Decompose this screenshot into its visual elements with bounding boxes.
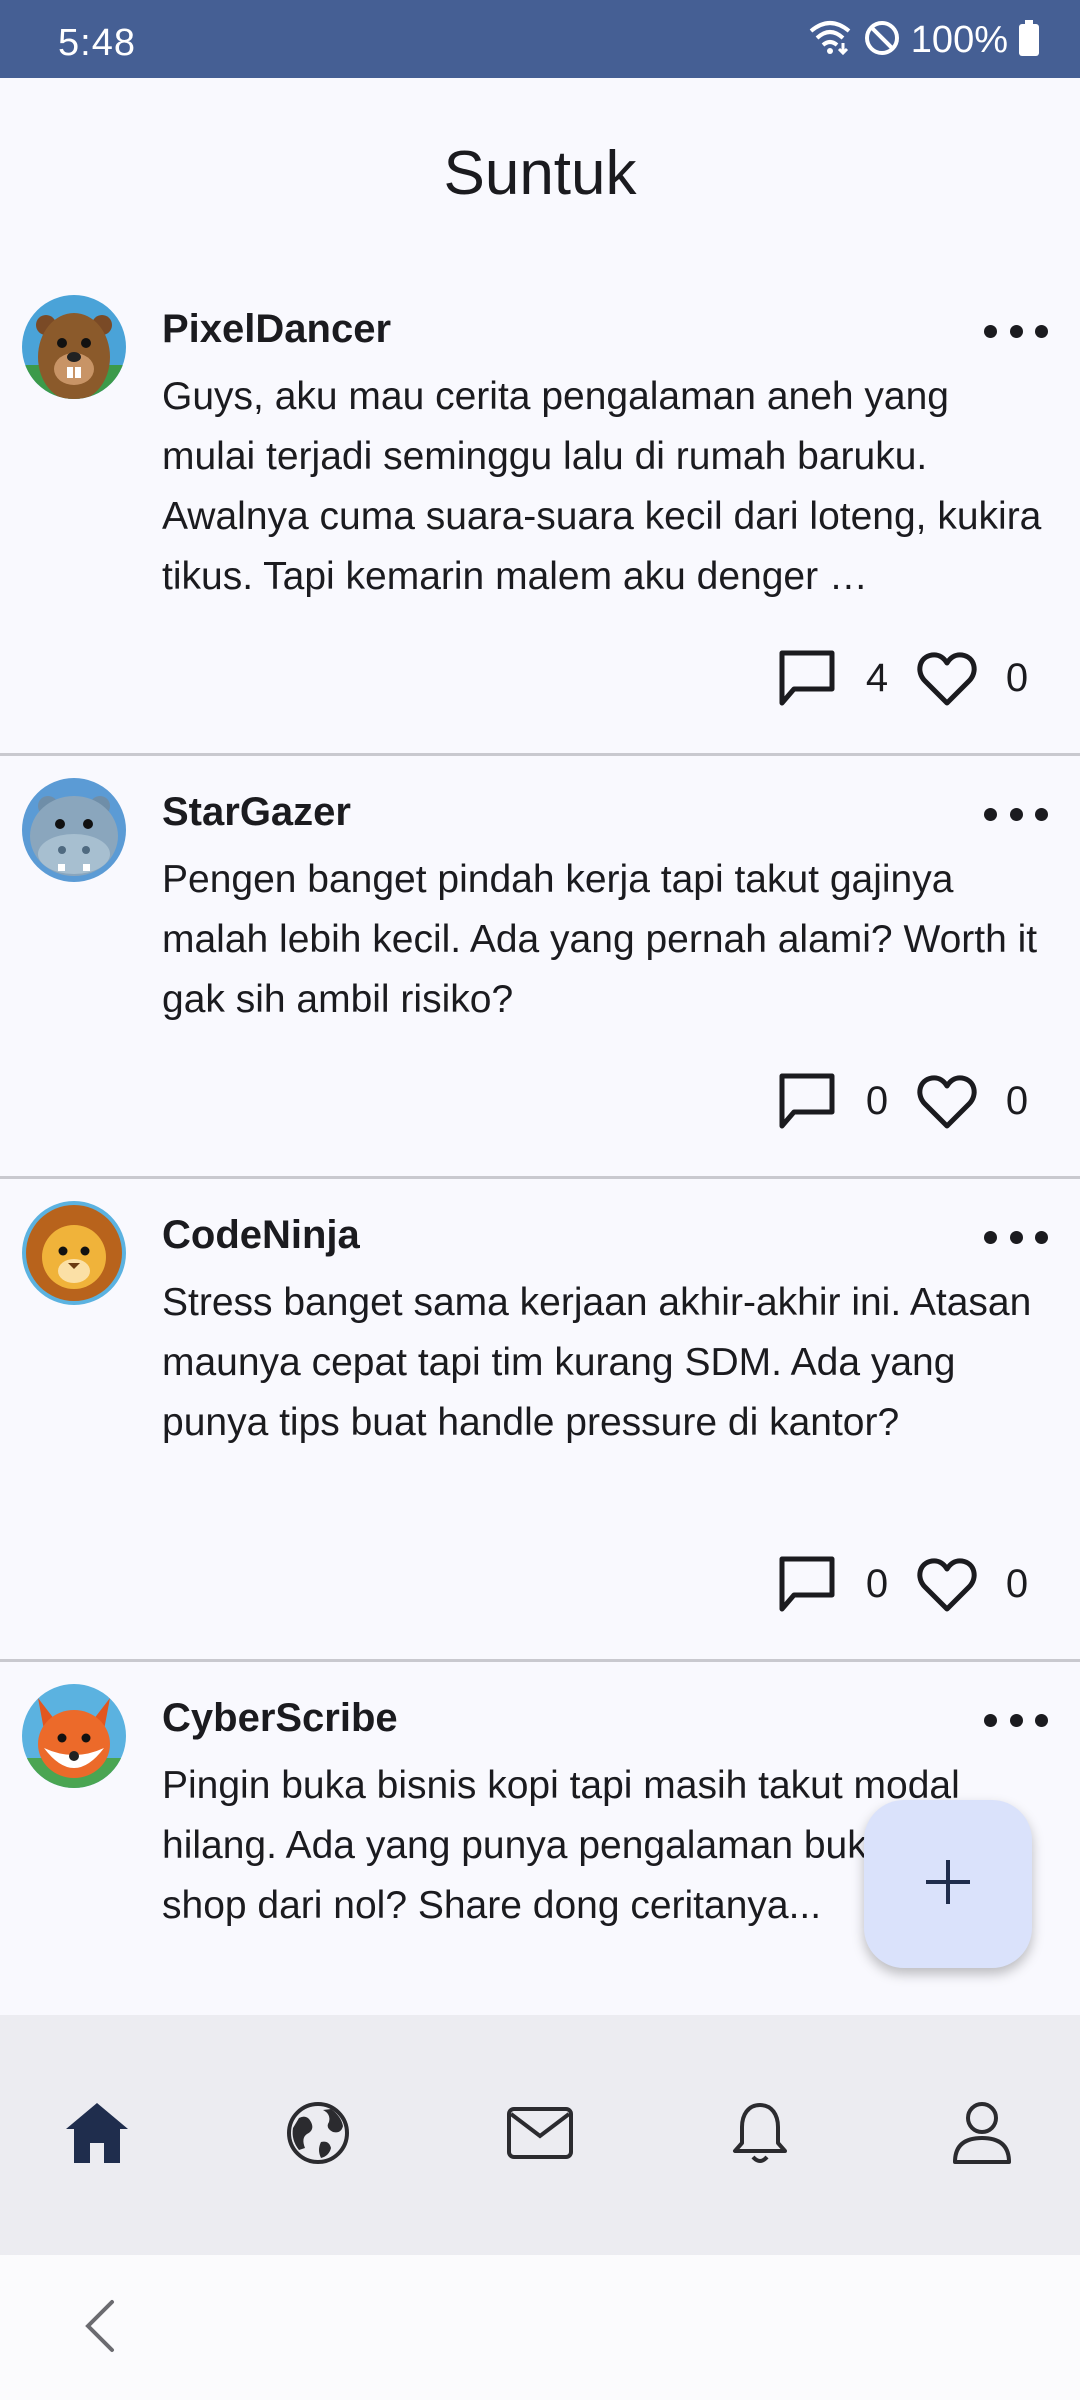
post-actions: 0 0: [772, 1068, 1052, 1134]
back-button[interactable]: [70, 2295, 130, 2361]
more-options-icon[interactable]: [984, 311, 1048, 351]
home-icon: [62, 2099, 132, 2172]
post-card[interactable]: StarGazer Pengen banget pindah kerja tap…: [0, 756, 1080, 1179]
back-arrow-icon: [82, 2298, 118, 2359]
mail-icon: [506, 2106, 574, 2165]
wifi-icon: [807, 19, 853, 62]
page-title: Suntuk: [443, 139, 637, 208]
post-feed[interactable]: PixelDancer Guys, aku mau cerita pengala…: [0, 273, 1080, 2015]
system-navigation-bar: [0, 2255, 1080, 2400]
do-not-disturb-icon: [863, 19, 901, 62]
heart-icon[interactable]: [912, 645, 982, 711]
battery-icon: [1018, 19, 1040, 61]
lion-avatar[interactable]: [22, 1201, 126, 1305]
nav-home[interactable]: [57, 2095, 137, 2175]
bottom-navigation: [0, 2015, 1080, 2255]
plus-icon: [922, 1856, 974, 1913]
comment-icon[interactable]: [772, 645, 842, 711]
fox-avatar[interactable]: [22, 1684, 126, 1788]
comment-icon[interactable]: [772, 1551, 842, 1617]
post-username[interactable]: StarGazer: [162, 790, 351, 835]
more-options-icon[interactable]: [984, 794, 1048, 834]
nav-profile[interactable]: [942, 2095, 1022, 2175]
more-options-icon[interactable]: [984, 1217, 1048, 1257]
app-bar: Suntuk: [0, 78, 1080, 273]
like-count: 0: [1005, 1561, 1029, 1606]
profile-icon: [951, 2100, 1013, 2171]
like-count: 0: [1005, 655, 1029, 700]
battery-level: 100%: [910, 18, 1008, 61]
beaver-avatar[interactable]: [22, 295, 126, 399]
post-card[interactable]: CodeNinja Stress banget sama kerjaan akh…: [0, 1179, 1080, 1662]
post-username[interactable]: PixelDancer: [162, 307, 391, 352]
new-post-button[interactable]: [864, 1800, 1032, 1968]
comment-count: 0: [865, 1078, 889, 1123]
post-username[interactable]: CyberScribe: [162, 1696, 398, 1741]
comment-count: 4: [865, 655, 889, 700]
comment-count: 0: [865, 1561, 889, 1606]
post-username[interactable]: CodeNinja: [162, 1213, 360, 1258]
status-time: 5:48: [58, 22, 136, 64]
globe-icon: [285, 2100, 351, 2171]
post-text[interactable]: Stress banget sama kerjaan akhir-akhir i…: [162, 1273, 1052, 1513]
post-card[interactable]: PixelDancer Guys, aku mau cerita pengala…: [0, 273, 1080, 756]
bell-icon: [730, 2099, 790, 2172]
status-icons: 100%: [807, 18, 1040, 62]
nav-notifications[interactable]: [720, 2095, 800, 2175]
nav-messages[interactable]: [500, 2095, 580, 2175]
heart-icon[interactable]: [912, 1551, 982, 1617]
post-actions: 0 0: [772, 1551, 1052, 1617]
post-text[interactable]: Pengen banget pindah kerja tapi takut ga…: [162, 850, 1052, 1030]
like-count: 0: [1005, 1078, 1029, 1123]
post-actions: 4 0: [772, 645, 1052, 711]
nav-explore[interactable]: [278, 2095, 358, 2175]
hippo-avatar[interactable]: [22, 778, 126, 882]
status-bar: 5:48 100%: [0, 0, 1080, 78]
heart-icon[interactable]: [912, 1068, 982, 1134]
more-options-icon[interactable]: [984, 1700, 1048, 1740]
post-text[interactable]: Guys, aku mau cerita pengalaman aneh yan…: [162, 367, 1052, 607]
comment-icon[interactable]: [772, 1068, 842, 1134]
